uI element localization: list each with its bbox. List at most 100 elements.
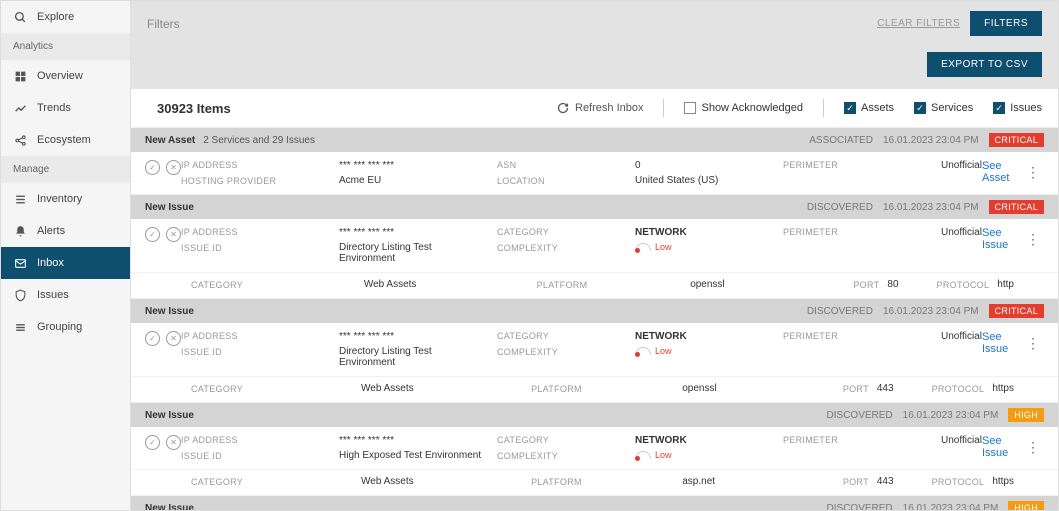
sidebar: Explore Analytics Overview Trends Ecosys… (1, 1, 131, 510)
acknowledge-icon[interactable]: ✓ (145, 227, 160, 242)
group-type: New Issue (145, 410, 194, 421)
sidebar-item-inventory[interactable]: Inventory (1, 183, 130, 215)
refresh-inbox-button[interactable]: Refresh Inbox (557, 102, 643, 114)
field-label: LOCATION (497, 176, 627, 186)
detail-row: CATEGORY Web Assets PLATFORM openssl POR… (131, 377, 1058, 403)
category-value: NETWORK (635, 227, 775, 238)
group-subtitle: 2 Services and 29 Issues (203, 135, 315, 146)
field-label: PERIMETER (783, 227, 933, 237)
row-menu-icon[interactable]: ⋮ (1022, 231, 1044, 248)
share-icon (13, 133, 27, 147)
export-csv-button[interactable]: EXPORT TO CSV (927, 52, 1042, 77)
severity-badge: CRITICAL (989, 200, 1044, 214)
row-menu-icon[interactable]: ⋮ (1022, 439, 1044, 456)
sidebar-item-ecosystem[interactable]: Ecosystem (1, 124, 130, 156)
row-menu-icon[interactable]: ⋮ (1022, 335, 1044, 352)
meta-label: DISCOVERED (807, 202, 873, 213)
list-row: ✓ ✕ IP ADDRESS ISSUE ID *** *** *** *** … (131, 427, 1058, 470)
sidebar-item-inbox[interactable]: Inbox (1, 247, 130, 279)
issue-id-value: Directory Listing Test Environment (339, 242, 489, 264)
group-type: New Asset (145, 135, 195, 146)
ip-value: *** *** *** *** (339, 160, 489, 171)
items-count: 30923 Items (157, 101, 231, 116)
sidebar-label: Explore (37, 11, 74, 23)
severity-badge: CRITICAL (989, 304, 1044, 318)
see-issue-link[interactable]: See Issue (982, 331, 1012, 355)
group-header: New Asset 2 Services and 29 Issues ASSOC… (131, 128, 1058, 152)
asn-value: 0 (635, 160, 775, 171)
search-icon (13, 10, 27, 24)
filters-button[interactable]: FILTERS (970, 11, 1042, 36)
list-row: ✓ ✕ IP ADDRESS ISSUE ID *** *** *** *** … (131, 323, 1058, 377)
field-label: ASN (497, 160, 627, 170)
shield-icon (13, 288, 27, 302)
sidebar-label: Inbox (37, 257, 64, 269)
row-menu-icon[interactable]: ⋮ (1022, 164, 1044, 181)
sidebar-section-manage: Manage (1, 156, 130, 183)
sidebar-label: Ecosystem (37, 134, 91, 146)
location-value: United States (US) (635, 175, 775, 186)
acknowledge-icon[interactable]: ✓ (145, 331, 160, 346)
checkbox-icon (844, 102, 856, 114)
refresh-label: Refresh Inbox (575, 102, 643, 114)
checkbox-label: Assets (861, 102, 894, 114)
export-bar: EXPORT TO CSV (131, 46, 1058, 89)
stack-icon (13, 320, 27, 334)
sidebar-item-issues[interactable]: Issues (1, 279, 130, 311)
sidebar-section-analytics: Analytics (1, 33, 130, 60)
sidebar-label: Issues (37, 289, 69, 301)
filter-issues-checkbox[interactable]: Issues (993, 102, 1042, 114)
list-row: ✓ ✕ IP ADDRESS ISSUE ID *** *** *** *** … (131, 219, 1058, 273)
acknowledge-icon[interactable]: ✓ (145, 435, 160, 450)
sidebar-item-overview[interactable]: Overview (1, 60, 130, 92)
inbox-icon (13, 256, 27, 270)
main-content: Filters CLEAR FILTERS FILTERS EXPORT TO … (131, 1, 1058, 510)
inbox-list: New Asset 2 Services and 29 Issues ASSOC… (131, 128, 1058, 510)
sidebar-item-grouping[interactable]: Grouping (1, 311, 130, 343)
perimeter-value: Unofficial (941, 160, 982, 171)
toolbar: 30923 Items Refresh Inbox Show Acknowled… (131, 89, 1058, 128)
group-header: New Issue DISCOVERED 16.01.2023 23:04 PM… (131, 403, 1058, 427)
host-value: Acme EU (339, 175, 489, 186)
sidebar-label: Inventory (37, 193, 82, 205)
show-acknowledged-checkbox[interactable]: Show Acknowledged (684, 102, 803, 114)
sidebar-item-trends[interactable]: Trends (1, 92, 130, 124)
dismiss-icon[interactable]: ✕ (166, 227, 181, 242)
field-label: IP ADDRESS (181, 160, 331, 170)
checkbox-label: Services (931, 102, 973, 114)
meta-label: DISCOVERED (827, 503, 893, 511)
filters-title: Filters (147, 17, 180, 31)
filters-bar: Filters CLEAR FILTERS FILTERS (131, 1, 1058, 46)
sidebar-label: Alerts (37, 225, 65, 237)
perimeter-value: Unofficial (941, 227, 982, 238)
checkbox-label: Issues (1010, 102, 1042, 114)
filter-services-checkbox[interactable]: Services (914, 102, 973, 114)
dismiss-icon[interactable]: ✕ (166, 160, 181, 175)
gauge-icon (635, 243, 651, 251)
group-type: New Issue (145, 202, 194, 213)
field-label: IP ADDRESS (181, 227, 331, 237)
dismiss-icon[interactable]: ✕ (166, 331, 181, 346)
gauge-icon (635, 451, 651, 459)
meta-label: DISCOVERED (807, 306, 873, 317)
checkbox-icon (684, 102, 696, 114)
field-label: CATEGORY (497, 227, 627, 237)
see-issue-link[interactable]: See Issue (982, 435, 1012, 459)
acknowledge-icon[interactable]: ✓ (145, 160, 160, 175)
group-header: New Issue DISCOVERED 16.01.2023 23:04 PM… (131, 299, 1058, 323)
timestamp: 16.01.2023 23:04 PM (883, 135, 979, 146)
sidebar-item-alerts[interactable]: Alerts (1, 215, 130, 247)
see-asset-link[interactable]: See Asset (982, 160, 1012, 184)
detail-row: CATEGORY Web Assets PLATFORM openssl POR… (131, 273, 1058, 299)
filter-assets-checkbox[interactable]: Assets (844, 102, 894, 114)
dismiss-icon[interactable]: ✕ (166, 435, 181, 450)
meta-label: DISCOVERED (827, 410, 893, 421)
trends-icon (13, 101, 27, 115)
sidebar-item-explore[interactable]: Explore (1, 1, 130, 33)
clear-filters-link[interactable]: CLEAR FILTERS (877, 18, 960, 29)
see-issue-link[interactable]: See Issue (982, 227, 1012, 251)
sidebar-label: Trends (37, 102, 71, 114)
checkbox-icon (914, 102, 926, 114)
timestamp: 16.01.2023 23:04 PM (903, 503, 999, 511)
meta-label: ASSOCIATED (809, 135, 873, 146)
